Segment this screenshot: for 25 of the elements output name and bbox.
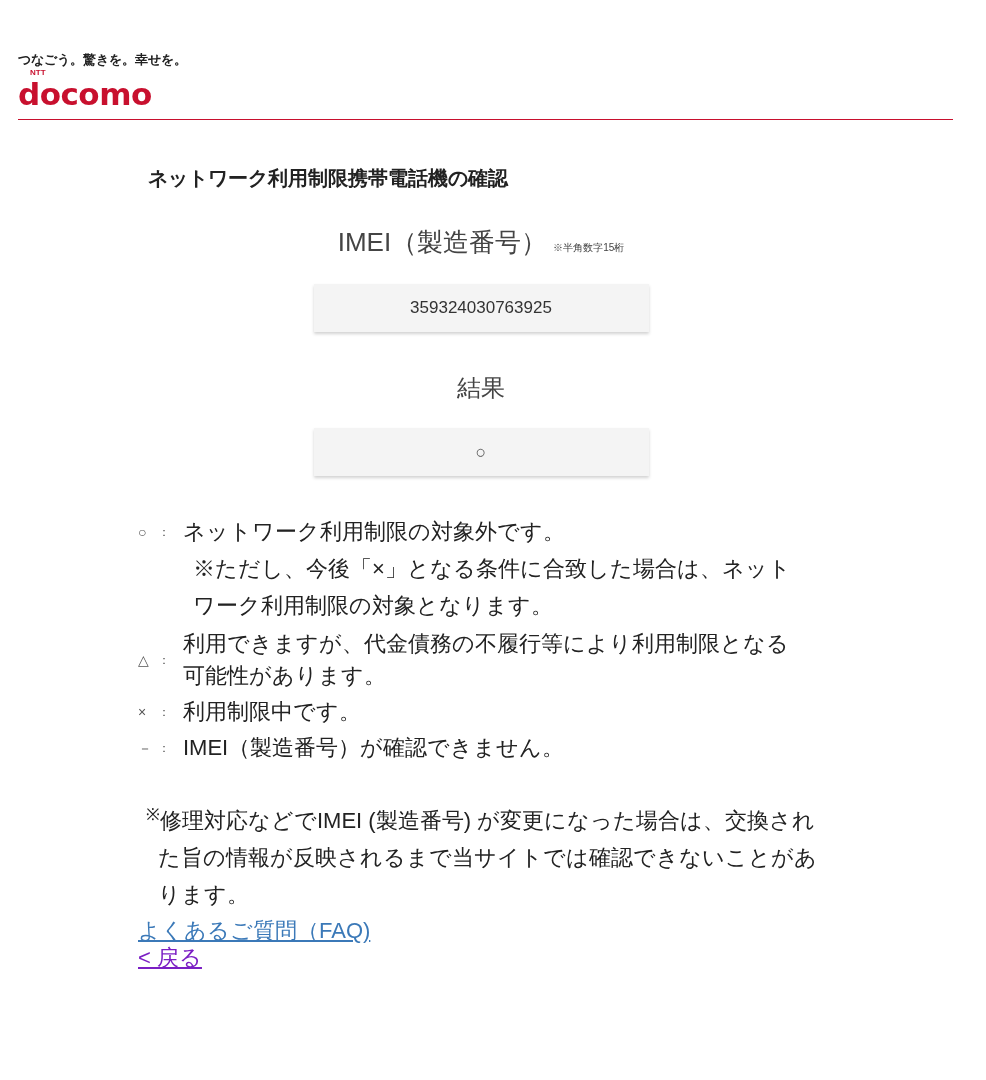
result-label: 結果 bbox=[457, 373, 505, 403]
legend-colon: ： bbox=[158, 740, 171, 757]
legend-text: IMEI（製造番号）が確認できません。 bbox=[183, 734, 566, 762]
legend-note: ※ただし、今後「×」となる条件に合致した場合は、ネットワーク利用制限の対象となります。 bbox=[193, 555, 792, 620]
legend-colon: ： bbox=[158, 704, 171, 721]
legend-symbol: － bbox=[138, 739, 153, 758]
legend-symbol: △ bbox=[138, 651, 150, 670]
text-link[interactable]: よくあるご質問（FAQ) bbox=[138, 917, 371, 944]
legend-colon: ： bbox=[158, 652, 171, 669]
legend-text: 利用できますが、代金債務の不履行等により利用制限となる可能性があります。 bbox=[183, 630, 790, 690]
legend-text: 利用制限中です。 bbox=[183, 698, 362, 726]
notice-text: $^{※}$修理対応などでIMEI (製造番号) が変更になった場合は、交換された旨の情報が反映されるまで当サイトでは確認できないことがあります。 bbox=[146, 803, 818, 909]
imei-field[interactable]: 359324030763925 bbox=[313, 284, 649, 332]
legend-colon: ： bbox=[158, 524, 171, 541]
legend-symbol: ○ bbox=[138, 523, 148, 542]
page-title: ネットワーク利用制限携帯電話機の確認 bbox=[148, 166, 510, 191]
logo-caption: NTT bbox=[30, 69, 47, 77]
imei-label: IMEI（製造番号） bbox=[337, 226, 548, 259]
text-link[interactable]: < 戻る bbox=[138, 944, 202, 971]
legend-symbol: × bbox=[138, 703, 148, 722]
tagline: つなごう。驚きを。幸せを。 bbox=[18, 52, 188, 67]
logo: docomo bbox=[18, 77, 152, 111]
legend-text: ネットワーク利用制限の対象外です。 bbox=[183, 518, 566, 546]
imei-hint: ※半角数字15桁 bbox=[553, 241, 625, 255]
result-field: ○ bbox=[313, 428, 649, 476]
